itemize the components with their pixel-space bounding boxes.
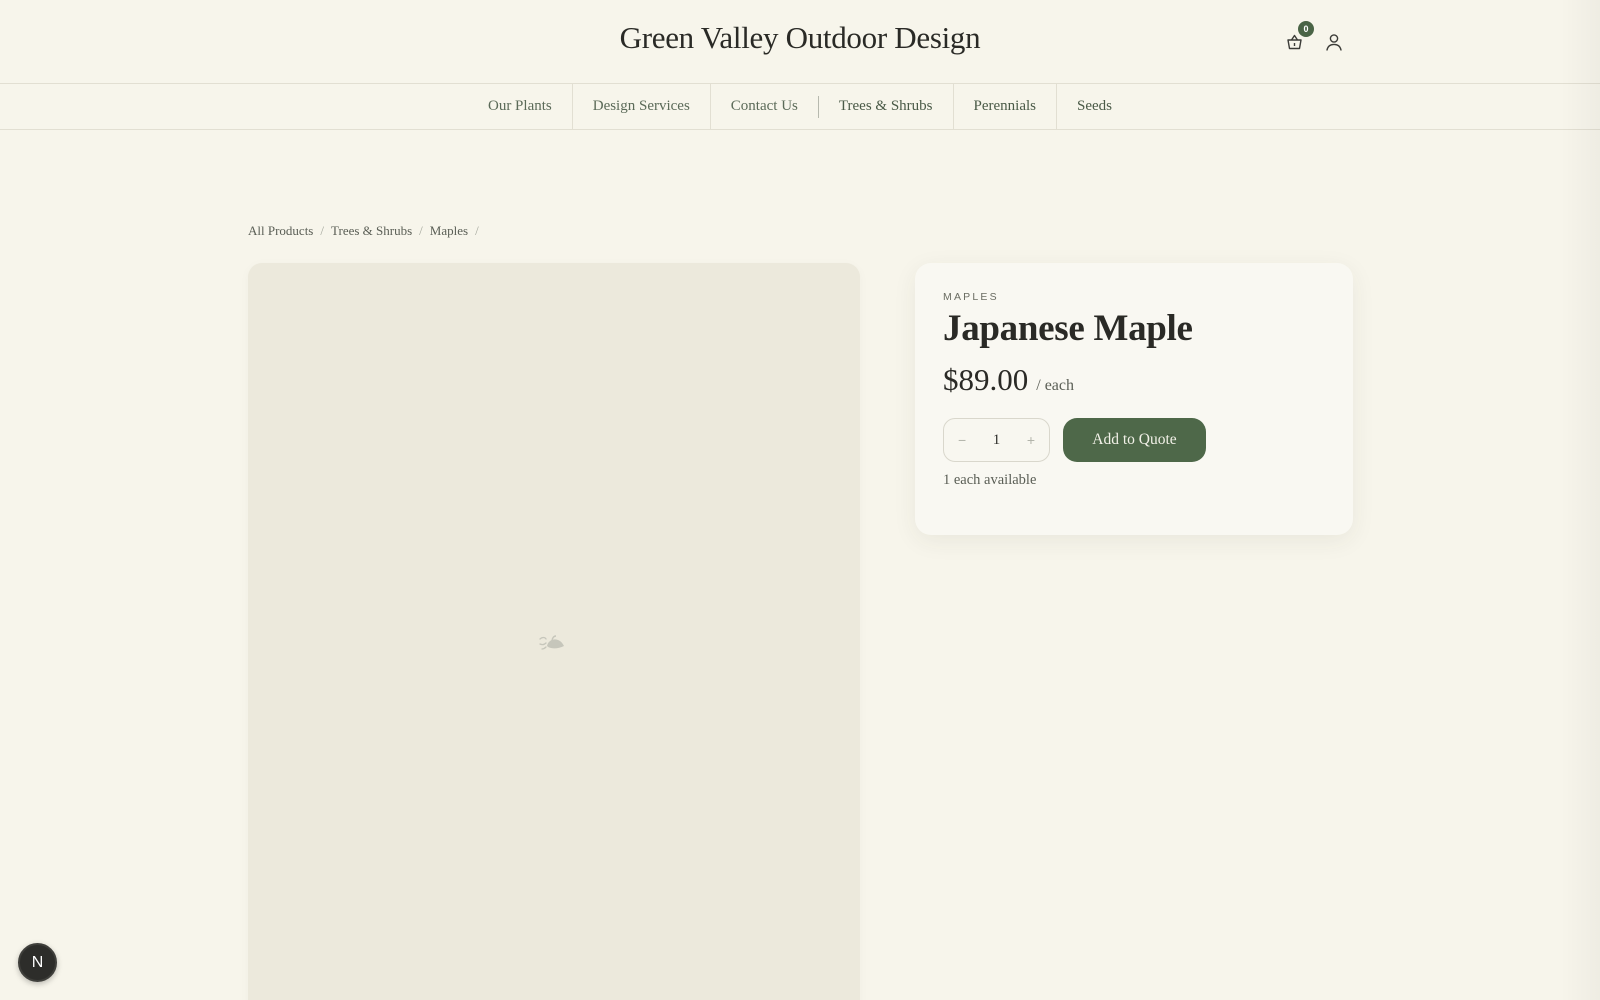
cart-count-badge: 0 <box>1298 21 1314 37</box>
increment-button[interactable]: + <box>1027 432 1035 448</box>
page: Green Valley Outdoor Design 0 Our Plants… <box>0 0 1600 1000</box>
product-image <box>248 263 860 1000</box>
user-icon <box>1326 34 1342 51</box>
main-nav: Our Plants Design Services Contact Us Tr… <box>0 84 1600 130</box>
breadcrumb-separator: / <box>419 223 423 238</box>
cart-button[interactable]: 0 <box>1284 21 1314 54</box>
nav-item-contact-us[interactable]: Contact Us <box>711 84 818 129</box>
breadcrumb-separator: / <box>320 223 324 238</box>
breadcrumb: All Products / Trees & Shrubs / Maples / <box>248 223 479 239</box>
decrement-button[interactable]: − <box>958 432 966 448</box>
availability-text: 1 each available <box>943 472 1037 488</box>
product-price: $89.00 <box>943 362 1029 397</box>
nav-item-seeds[interactable]: Seeds <box>1057 84 1132 129</box>
site-header: Green Valley Outdoor Design 0 <box>0 0 1600 84</box>
nav-item-design-services[interactable]: Design Services <box>573 84 711 129</box>
nav-item-trees-shrubs[interactable]: Trees & Shrubs <box>819 84 954 129</box>
price-unit: / each <box>1036 377 1074 394</box>
action-row: − 1 + Add to Quote <box>943 418 1325 462</box>
breadcrumb-maples[interactable]: Maples <box>430 223 468 239</box>
product-title: Japanese Maple <box>943 308 1193 349</box>
account-button[interactable] <box>1324 30 1344 54</box>
price-row: $89.00 / each <box>943 362 1325 398</box>
add-to-quote-button[interactable]: Add to Quote <box>1063 418 1206 462</box>
site-title[interactable]: Green Valley Outdoor Design <box>0 20 1600 56</box>
basket-icon <box>1286 34 1302 50</box>
product-category: MAPLES <box>943 291 999 303</box>
quantity-value[interactable]: 1 <box>993 432 1001 449</box>
quantity-stepper: − 1 + <box>943 418 1050 462</box>
header-icons: 0 <box>1284 21 1344 54</box>
dev-tools-badge[interactable]: N <box>18 943 57 982</box>
product-card: MAPLES Japanese Maple $89.00 / each − 1 … <box>915 263 1353 535</box>
breadcrumb-all-products[interactable]: All Products <box>248 223 313 239</box>
plant-placeholder-icon <box>539 635 564 650</box>
nav-item-perennials[interactable]: Perennials <box>954 84 1057 129</box>
breadcrumb-separator: / <box>475 223 479 238</box>
breadcrumb-trees-shrubs[interactable]: Trees & Shrubs <box>331 223 412 239</box>
nav-item-our-plants[interactable]: Our Plants <box>468 84 573 129</box>
